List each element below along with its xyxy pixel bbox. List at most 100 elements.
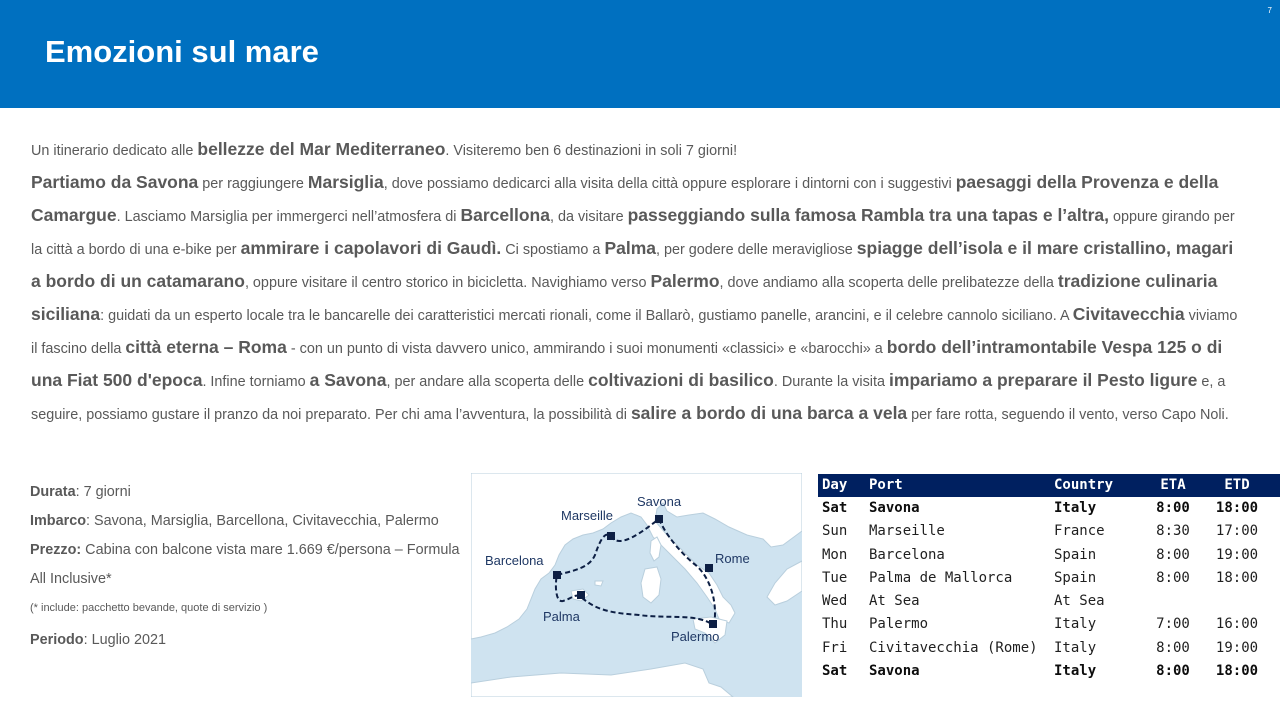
period-value: : Luglio 2021 (83, 632, 166, 648)
body-text-run: per raggiungere (198, 176, 308, 192)
land-menorca (594, 580, 604, 587)
cell-port: Civitavecchia (Rome) (869, 639, 1038, 656)
body-text-run: . Durante la visita (773, 374, 890, 390)
page-number: 7 (1267, 6, 1272, 15)
highlight-text: Palermo (650, 271, 720, 291)
table-row: Sat Savona Italy 8:00 18:00 (818, 660, 1280, 683)
cell-country: Italy (1054, 663, 1097, 680)
port-marker-marseille (607, 532, 615, 540)
cell-country: Spain (1054, 569, 1097, 586)
header-eta: ETA (1160, 477, 1186, 493)
period-label: Periodo (30, 632, 84, 648)
header-country: Country (1054, 477, 1114, 493)
port-marker-rome (705, 564, 713, 572)
cell-country: At Sea (1054, 593, 1105, 610)
cell-port: Palermo (869, 616, 929, 633)
price-label: Prezzo: (30, 542, 82, 558)
cell-port: Barcelona (869, 546, 945, 563)
body-text-run: , per andare alla scoperta delle (386, 374, 589, 390)
cell-eta: 7:00 (1156, 616, 1190, 633)
body-text-run: Un itinerario dedicato alle (31, 143, 198, 159)
cell-eta: 8:00 (1156, 569, 1190, 586)
header-day: Day (822, 477, 848, 493)
body-text-run: Ci spostiamo a (501, 242, 605, 258)
period-line: Periodo: Luglio 2021 (30, 626, 460, 655)
map-label-savona: Savona (637, 494, 682, 509)
body-text-run: . Infine torniamo (202, 374, 310, 390)
cell-eta: 8:00 (1156, 663, 1190, 680)
cell-eta: 8:30 (1156, 523, 1190, 540)
cell-eta: 8:00 (1156, 546, 1190, 563)
body-text-run: , oppure visitare il centro storico in b… (244, 275, 651, 291)
highlight-text: Civitavecchia (1072, 304, 1185, 324)
cell-day: Thu (822, 616, 848, 633)
highlight-text: ammirare i capolavori di Gaudì. (240, 238, 502, 258)
port-marker-palma (577, 591, 585, 599)
cell-etd (1203, 590, 1271, 613)
title-bar: 7 Emozioni sul mare (0, 0, 1280, 108)
body-text-run: : guidati da un esperto locale tra le ba… (100, 308, 1073, 324)
cell-port: Savona (869, 663, 920, 680)
cell-country: Italy (1054, 639, 1097, 656)
cell-etd: 18:00 (1215, 663, 1259, 680)
cell-day: Sun (822, 523, 848, 540)
duration-label: Durata (30, 484, 76, 500)
cell-port: Savona (869, 500, 920, 516)
body-text-run: , dove andiamo alla scoperta delle preli… (719, 275, 1058, 291)
body-text-run: per fare rotta, seguendo il vento, verso… (907, 407, 1229, 423)
boarding-value: : Savona, Marsiglia, Barcellona, Civitav… (85, 513, 439, 529)
map-label-marseille: Marseille (561, 508, 613, 523)
price-line: Prezzo: Cabina con balcone vista mare 1.… (30, 536, 460, 594)
cell-etd: 19:00 (1215, 639, 1259, 656)
table-row: Sat Savona Italy 8:00 18:00 (818, 497, 1280, 520)
route-map-svg: Savona Marseille Barcelona Rome Palma Pa… (471, 473, 802, 697)
boarding-line: Imbarco: Savona, Marsiglia, Barcellona, … (30, 507, 460, 536)
map-label-rome: Rome (715, 551, 750, 566)
header-etd: ETD (1224, 477, 1250, 493)
price-note: (* include: pacchetto bevande, quote di … (30, 602, 268, 614)
port-marker-savona (655, 515, 663, 523)
cell-day: Mon (822, 546, 848, 563)
duration-line: Durata: 7 giorni (30, 478, 460, 507)
table-header: Day Port Country ETA ETD (818, 474, 1280, 497)
cell-port: At Sea (869, 593, 920, 610)
table-row: Sun Marseille France 8:30 17:00 (818, 520, 1280, 543)
body-text-run: . Lasciamo Marsiglia per immergerci nell… (116, 209, 461, 225)
table-row: Thu Palermo Italy 7:00 16:00 (818, 613, 1280, 636)
table-row: Fri Civitavecchia (Rome) Italy 8:00 19:00 (818, 637, 1280, 660)
port-marker-barcelona (553, 571, 561, 579)
cell-etd: 19:00 (1215, 546, 1259, 563)
cell-etd: 17:00 (1215, 523, 1259, 540)
price-value: Cabina con balcone vista mare 1.669 €/pe… (30, 542, 460, 587)
cell-eta: 8:00 (1156, 639, 1190, 656)
body-text-run: , da visitare (549, 209, 628, 225)
table-row: Wed At Sea At Sea (818, 590, 1280, 613)
map-label-palermo: Palermo (671, 629, 719, 644)
body-text-run: , dove possiamo dedicarci alla visita de… (383, 176, 956, 192)
map-label-barcelona: Barcelona (485, 553, 544, 568)
port-marker-palermo (709, 620, 717, 628)
cell-etd: 18:00 (1215, 500, 1259, 516)
highlight-text: Partiamo da Savona (31, 172, 199, 192)
trip-info: Durata: 7 giorni Imbarco: Savona, Marsig… (30, 478, 460, 655)
cell-eta (1143, 590, 1203, 613)
table-body: Sat Savona Italy 8:00 18:00 Sun Marseille Franc… (818, 497, 1280, 683)
table-row: Mon Barcelona Spain 8:00 19:00 (818, 544, 1280, 567)
highlight-text: a Savona (309, 370, 387, 390)
body-text-run: , per godere delle meravigliose (656, 242, 857, 258)
slide-title: Emozioni sul mare (45, 34, 319, 69)
header-port: Port (869, 477, 903, 493)
cell-etd: 18:00 (1215, 569, 1259, 586)
cell-day: Sat (822, 663, 848, 680)
cell-port: Palma de Mallorca (869, 569, 1013, 586)
highlight-text: Barcellona (460, 205, 550, 225)
cell-day: Fri (822, 639, 848, 656)
highlight-text: Palma (604, 238, 656, 258)
cell-day: Tue (822, 569, 848, 586)
body-text-run: - con un punto di vista davvero unico, a… (286, 341, 887, 357)
highlight-text: impariamo a preparare il Pesto ligure (889, 370, 1198, 390)
highlight-text: salire a bordo di una barca a vela (630, 403, 908, 423)
highlight-text: città eterna – Roma (125, 337, 287, 357)
itinerary-description: Un itinerario dedicato alle bellezze del… (31, 134, 1241, 431)
cell-eta: 8:00 (1156, 500, 1190, 516)
